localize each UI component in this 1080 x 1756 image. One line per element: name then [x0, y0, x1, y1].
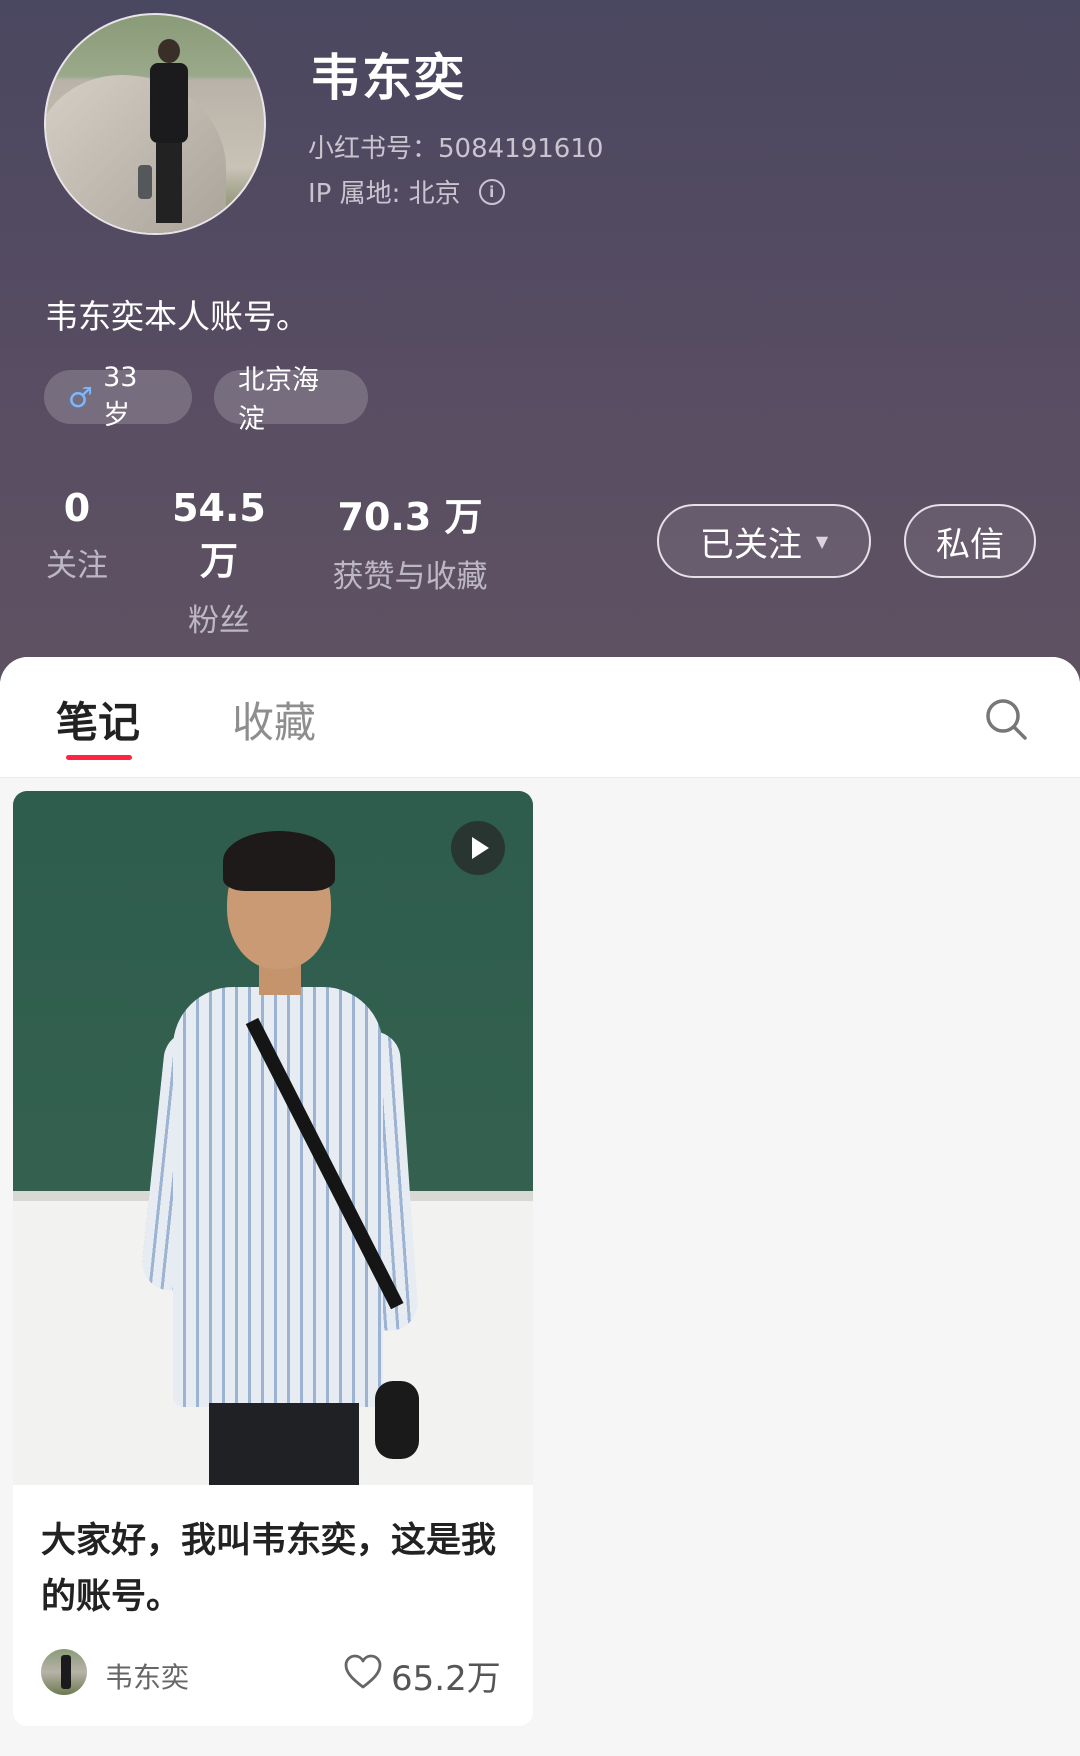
stat-label: 粉丝 [188, 603, 250, 639]
author-avatar[interactable] [41, 1649, 87, 1695]
avatar-bottle [138, 165, 152, 199]
note-cover-image [13, 791, 533, 1485]
red-id: 小红书号：5084191610 [308, 134, 604, 164]
profile-header: 韦东奕 小红书号：5084191610 IP 属地: 北京 i 韦东奕本人账号。… [0, 0, 1080, 700]
followed-label: 已关注 [699, 524, 802, 565]
caret-down-icon: ▼ [815, 531, 829, 551]
note-card[interactable]: 大家好，我叫韦东奕，这是我的账号。 韦东奕 65.2万 [13, 791, 533, 1726]
search-icon[interactable] [984, 697, 1028, 741]
followed-button[interactable]: 已关注 ▼ [657, 504, 871, 578]
like-count: 65.2万 [391, 1659, 501, 1699]
note-title: 大家好，我叫韦东奕，这是我的账号。 [41, 1521, 497, 1617]
profile-name: 韦东奕 [310, 49, 466, 107]
age-tag: ♂ 33 岁 [44, 362, 192, 431]
stat-value: 54.5 万 [172, 486, 266, 583]
tab-notes[interactable]: 笔记 [56, 689, 140, 750]
profile-bio: 韦东奕本人账号。 [45, 297, 309, 336]
profile-avatar[interactable] [44, 13, 266, 235]
stat-following[interactable]: 0 关注 [44, 486, 110, 585]
stat-label: 关注 [46, 548, 108, 584]
ip-location-row: IP 属地: 北京 i [308, 173, 505, 210]
author-name[interactable]: 韦东奕 [105, 1656, 189, 1696]
location-tag: 北京海淀 [214, 365, 368, 435]
video-play-icon [451, 821, 505, 875]
avatar-person [150, 39, 188, 224]
ip-location: IP 属地: 北京 [308, 179, 461, 209]
stat-label: 获赞与收藏 [332, 559, 488, 595]
age-label: 33 岁 [103, 362, 138, 431]
stat-followers[interactable]: 54.5 万 粉丝 [150, 486, 288, 640]
avatar-rock [46, 75, 226, 233]
tab-bar: 笔记 收藏 [0, 657, 1080, 778]
stat-value: 0 [63, 486, 91, 530]
active-tab-indicator [66, 755, 132, 760]
male-icon: ♂ [68, 380, 94, 414]
tab-favorites[interactable]: 收藏 [232, 689, 316, 750]
stat-likes-and-saves[interactable]: 70.3 万 获赞与收藏 [325, 486, 495, 596]
stat-value: 70.3 万 [337, 495, 483, 539]
info-icon[interactable]: i [478, 178, 505, 205]
heart-icon[interactable] [343, 1653, 383, 1691]
message-button[interactable]: 私信 [904, 504, 1036, 578]
